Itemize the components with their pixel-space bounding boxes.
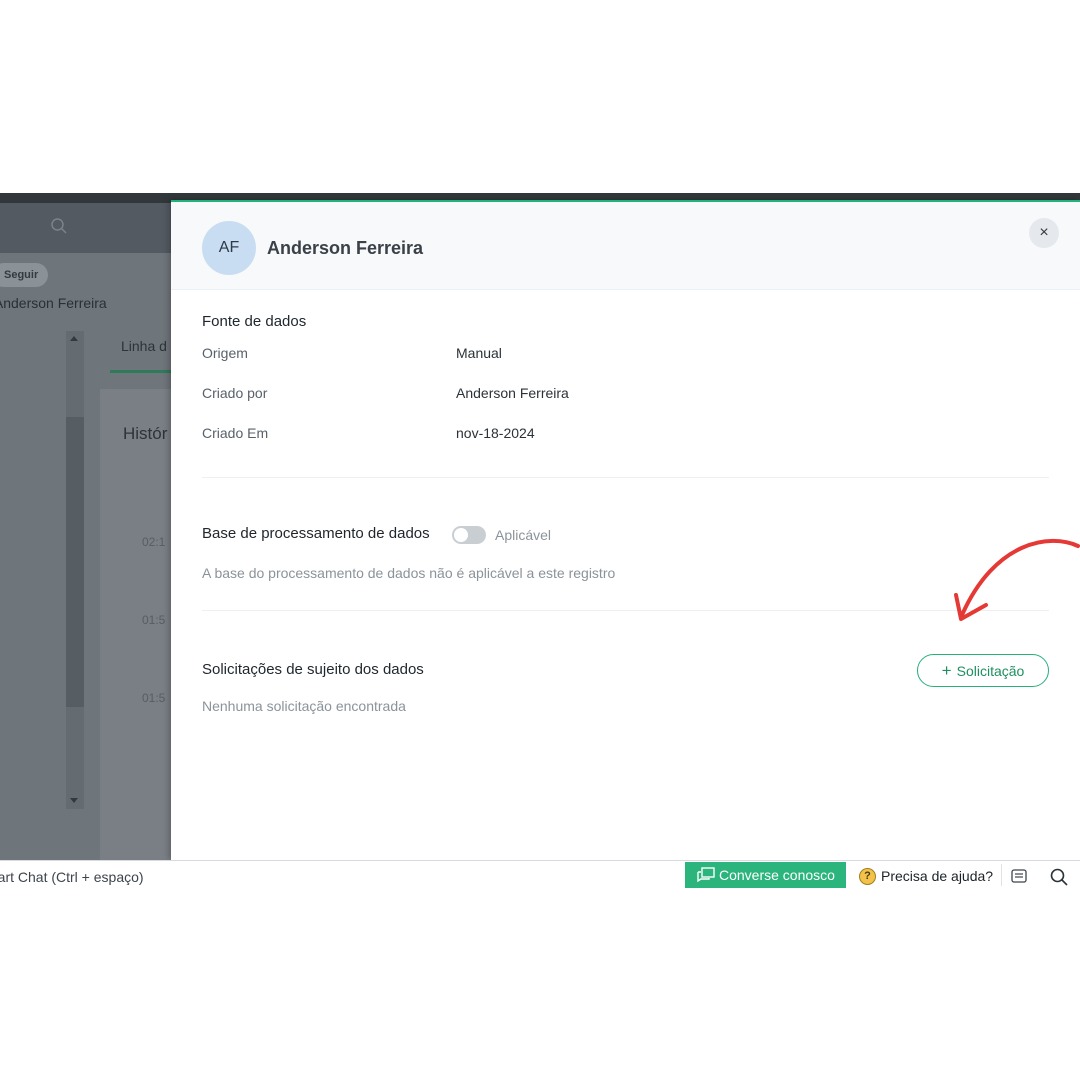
- applicable-toggle-label: Aplicável: [495, 527, 552, 543]
- follow-button[interactable]: Seguir: [0, 263, 49, 287]
- help-label: Precisa de ajuda?: [881, 868, 994, 884]
- panel-title: Anderson Ferreira: [267, 238, 424, 258]
- add-request-label: Solicitação: [956, 663, 1025, 679]
- background-history-heading: Histór: [123, 424, 168, 443]
- scroll-down-arrow-icon[interactable]: [70, 798, 78, 803]
- talk-to-us-label: Converse conosco: [719, 867, 835, 883]
- background-search-bar: [0, 203, 172, 253]
- background-time-2: 01:5: [142, 613, 166, 627]
- applicable-toggle[interactable]: [452, 526, 486, 544]
- created-by-label: Criado por: [202, 385, 268, 401]
- created-by-value: Anderson Ferreira: [456, 385, 569, 401]
- background-scrollbar-thumb[interactable]: [66, 417, 84, 707]
- add-request-button[interactable]: + Solicitação: [917, 654, 1049, 687]
- screenshot-frame: Seguir Anderson Ferreira Linha d Histór …: [0, 193, 1080, 888]
- panel-header: AF Anderson Ferreira ×: [171, 202, 1080, 290]
- background-time-1: 02:1: [142, 535, 166, 549]
- background-contact-name: Anderson Ferreira: [0, 295, 107, 311]
- notes-icon[interactable]: [1010, 868, 1028, 884]
- created-at-value: nov-18-2024: [456, 425, 535, 441]
- avatar: AF: [202, 221, 256, 275]
- background-app: Seguir Anderson Ferreira Linha d Histór …: [0, 203, 172, 860]
- subject-requests-heading: Solicitações de sujeito dos dados: [202, 661, 424, 678]
- processing-basis-heading: Base de processamento de dados: [202, 525, 430, 542]
- chat-bubbles-icon: [697, 867, 715, 883]
- background-tab-underline: [110, 370, 172, 373]
- help-link[interactable]: ? Precisa de ajuda?: [859, 868, 994, 885]
- smart-chat-input[interactable]: mart Chat (Ctrl + espaço): [0, 869, 144, 885]
- contact-details-panel: AF Anderson Ferreira × Fonte de dados Or…: [171, 200, 1080, 860]
- origin-label: Origem: [202, 345, 248, 361]
- divider: [202, 610, 1049, 611]
- no-requests-message: Nenhuma solicitação encontrada: [202, 698, 406, 714]
- red-arrow-annotation: [954, 538, 1080, 621]
- search-icon[interactable]: [1049, 867, 1069, 887]
- search-icon: [51, 218, 67, 234]
- processing-basis-message: A base do processamento de dados não é a…: [202, 565, 616, 581]
- data-source-heading: Fonte de dados: [202, 313, 307, 330]
- bottom-bar: mart Chat (Ctrl + espaço) Converse conos…: [0, 860, 1080, 888]
- origin-value: Manual: [456, 345, 502, 361]
- background-time-3: 01:5: [142, 691, 166, 705]
- plus-icon: +: [941, 661, 952, 680]
- talk-to-us-button[interactable]: Converse conosco: [685, 862, 846, 888]
- toggle-knob: [454, 528, 468, 542]
- background-tab-timeline[interactable]: Linha d: [121, 338, 167, 354]
- scroll-up-arrow-icon[interactable]: [70, 336, 78, 341]
- close-icon[interactable]: ×: [1029, 218, 1059, 248]
- separator: [1001, 864, 1002, 886]
- background-contact-name-text: Anderson Ferreira: [0, 295, 107, 311]
- created-at-label: Criado Em: [202, 425, 269, 441]
- divider: [202, 477, 1049, 478]
- help-question-icon: ?: [859, 868, 876, 885]
